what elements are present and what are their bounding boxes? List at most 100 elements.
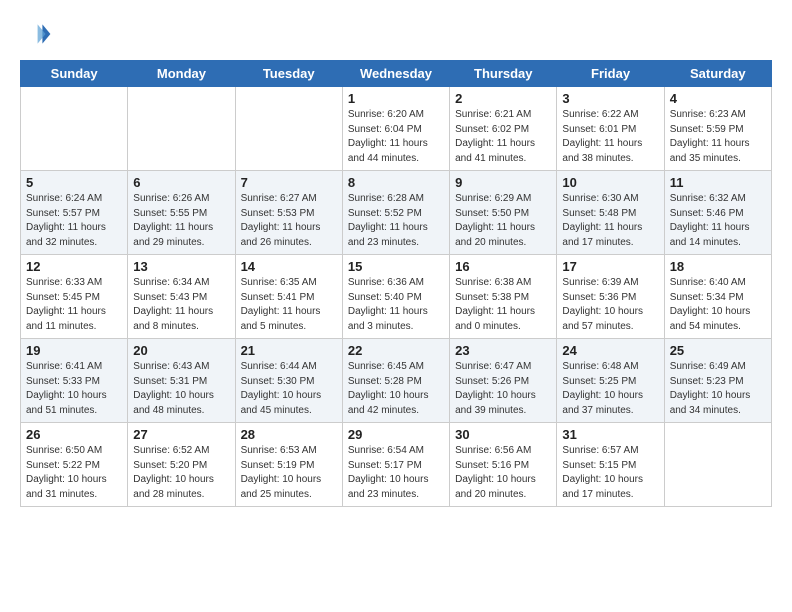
calendar-cell: 28 Sunrise: 6:53 AM Sunset: 5:19 PM Dayli… — [235, 423, 342, 507]
cell-info: Sunrise: 6:44 AM Sunset: 5:30 PM Dayligh… — [241, 360, 337, 418]
calendar-cell: 15 Sunrise: 6:36 AM Sunset: 5:40 PM Dayli… — [342, 255, 449, 339]
cell-info: Sunrise: 6:22 AM Sunset: 6:01 PM Dayligh… — [562, 108, 658, 166]
calendar-cell: 12 Sunrise: 6:33 AM Sunset: 5:45 PM Dayli… — [21, 255, 128, 339]
day-number: 9 — [455, 175, 551, 190]
calendar-cell: 30 Sunrise: 6:56 AM Sunset: 5:16 PM Dayli… — [450, 423, 557, 507]
calendar-cell: 26 Sunrise: 6:50 AM Sunset: 5:22 PM Dayli… — [21, 423, 128, 507]
cell-info: Sunrise: 6:32 AM Sunset: 5:46 PM Dayligh… — [670, 192, 766, 250]
day-number: 14 — [241, 259, 337, 274]
logo — [20, 18, 56, 50]
cell-info: Sunrise: 6:29 AM Sunset: 5:50 PM Dayligh… — [455, 192, 551, 250]
calendar-cell: 8 Sunrise: 6:28 AM Sunset: 5:52 PM Daylig… — [342, 171, 449, 255]
day-number: 15 — [348, 259, 444, 274]
cell-info: Sunrise: 6:20 AM Sunset: 6:04 PM Dayligh… — [348, 108, 444, 166]
day-number: 8 — [348, 175, 444, 190]
day-number: 16 — [455, 259, 551, 274]
header — [20, 18, 772, 50]
cell-info: Sunrise: 6:53 AM Sunset: 5:19 PM Dayligh… — [241, 444, 337, 502]
calendar-cell: 21 Sunrise: 6:44 AM Sunset: 5:30 PM Dayli… — [235, 339, 342, 423]
calendar-cell: 3Sunrise: 6:22 AM Sunset: 6:01 PM Daylig… — [557, 87, 664, 171]
cell-info: Sunrise: 6:21 AM Sunset: 6:02 PM Dayligh… — [455, 108, 551, 166]
cell-info: Sunrise: 6:49 AM Sunset: 5:23 PM Dayligh… — [670, 360, 766, 418]
cell-info: Sunrise: 6:36 AM Sunset: 5:40 PM Dayligh… — [348, 276, 444, 334]
week-row-1: 5Sunrise: 6:24 AM Sunset: 5:57 PM Daylig… — [21, 171, 772, 255]
calendar-cell: 24 Sunrise: 6:48 AM Sunset: 5:25 PM Dayli… — [557, 339, 664, 423]
cell-info: Sunrise: 6:40 AM Sunset: 5:34 PM Dayligh… — [670, 276, 766, 334]
cell-info: Sunrise: 6:41 AM Sunset: 5:33 PM Dayligh… — [26, 360, 122, 418]
calendar-cell: 1 Sunrise: 6:20 AM Sunset: 6:04 PM Daylig… — [342, 87, 449, 171]
day-number: 20 — [133, 343, 229, 358]
calendar-cell: 4Sunrise: 6:23 AM Sunset: 5:59 PM Daylig… — [664, 87, 771, 171]
calendar-cell: 20 Sunrise: 6:43 AM Sunset: 5:31 PM Dayli… — [128, 339, 235, 423]
col-header-tuesday: Tuesday — [235, 61, 342, 87]
day-number: 7 — [241, 175, 337, 190]
cell-info: Sunrise: 6:48 AM Sunset: 5:25 PM Dayligh… — [562, 360, 658, 418]
day-number: 12 — [26, 259, 122, 274]
calendar-cell: 23 Sunrise: 6:47 AM Sunset: 5:26 PM Dayli… — [450, 339, 557, 423]
col-header-saturday: Saturday — [664, 61, 771, 87]
day-number: 17 — [562, 259, 658, 274]
day-number: 1 — [348, 91, 444, 106]
week-row-3: 19Sunrise: 6:41 AM Sunset: 5:33 PM Dayli… — [21, 339, 772, 423]
calendar-cell: 14 Sunrise: 6:35 AM Sunset: 5:41 PM Dayli… — [235, 255, 342, 339]
day-number: 28 — [241, 427, 337, 442]
day-number: 5 — [26, 175, 122, 190]
calendar-cell: 7 Sunrise: 6:27 AM Sunset: 5:53 PM Daylig… — [235, 171, 342, 255]
calendar-header-row: SundayMondayTuesdayWednesdayThursdayFrid… — [21, 61, 772, 87]
calendar-cell: 9 Sunrise: 6:29 AM Sunset: 5:50 PM Daylig… — [450, 171, 557, 255]
day-number: 30 — [455, 427, 551, 442]
cell-info: Sunrise: 6:47 AM Sunset: 5:26 PM Dayligh… — [455, 360, 551, 418]
calendar-cell: 31 Sunrise: 6:57 AM Sunset: 5:15 PM Dayli… — [557, 423, 664, 507]
day-number: 6 — [133, 175, 229, 190]
calendar-cell: 16 Sunrise: 6:38 AM Sunset: 5:38 PM Dayli… — [450, 255, 557, 339]
calendar-cell: 22 Sunrise: 6:45 AM Sunset: 5:28 PM Dayli… — [342, 339, 449, 423]
cell-info: Sunrise: 6:54 AM Sunset: 5:17 PM Dayligh… — [348, 444, 444, 502]
cell-info: Sunrise: 6:43 AM Sunset: 5:31 PM Dayligh… — [133, 360, 229, 418]
week-row-2: 12 Sunrise: 6:33 AM Sunset: 5:45 PM Dayli… — [21, 255, 772, 339]
page: SundayMondayTuesdayWednesdayThursdayFrid… — [0, 0, 792, 612]
day-number: 13 — [133, 259, 229, 274]
cell-info: Sunrise: 6:57 AM Sunset: 5:15 PM Dayligh… — [562, 444, 658, 502]
day-number: 22 — [348, 343, 444, 358]
cell-info: Sunrise: 6:35 AM Sunset: 5:41 PM Dayligh… — [241, 276, 337, 334]
week-row-0: 1 Sunrise: 6:20 AM Sunset: 6:04 PM Daylig… — [21, 87, 772, 171]
calendar-cell: 17 Sunrise: 6:39 AM Sunset: 5:36 PM Dayli… — [557, 255, 664, 339]
col-header-friday: Friday — [557, 61, 664, 87]
col-header-monday: Monday — [128, 61, 235, 87]
cell-info: Sunrise: 6:50 AM Sunset: 5:22 PM Dayligh… — [26, 444, 122, 502]
day-number: 18 — [670, 259, 766, 274]
calendar-cell — [664, 423, 771, 507]
day-number: 27 — [133, 427, 229, 442]
cell-info: Sunrise: 6:38 AM Sunset: 5:38 PM Dayligh… — [455, 276, 551, 334]
day-number: 31 — [562, 427, 658, 442]
calendar: SundayMondayTuesdayWednesdayThursdayFrid… — [20, 60, 772, 507]
day-number: 24 — [562, 343, 658, 358]
col-header-sunday: Sunday — [21, 61, 128, 87]
calendar-cell: 27 Sunrise: 6:52 AM Sunset: 5:20 PM Dayli… — [128, 423, 235, 507]
calendar-cell — [21, 87, 128, 171]
day-number: 10 — [562, 175, 658, 190]
cell-info: Sunrise: 6:28 AM Sunset: 5:52 PM Dayligh… — [348, 192, 444, 250]
day-number: 23 — [455, 343, 551, 358]
calendar-cell — [235, 87, 342, 171]
cell-info: Sunrise: 6:26 AM Sunset: 5:55 PM Dayligh… — [133, 192, 229, 250]
cell-info: Sunrise: 6:27 AM Sunset: 5:53 PM Dayligh… — [241, 192, 337, 250]
cell-info: Sunrise: 6:33 AM Sunset: 5:45 PM Dayligh… — [26, 276, 122, 334]
cell-info: Sunrise: 6:23 AM Sunset: 5:59 PM Dayligh… — [670, 108, 766, 166]
calendar-cell: 19Sunrise: 6:41 AM Sunset: 5:33 PM Dayli… — [21, 339, 128, 423]
day-number: 26 — [26, 427, 122, 442]
cell-info: Sunrise: 6:56 AM Sunset: 5:16 PM Dayligh… — [455, 444, 551, 502]
cell-info: Sunrise: 6:52 AM Sunset: 5:20 PM Dayligh… — [133, 444, 229, 502]
day-number: 2 — [455, 91, 551, 106]
cell-info: Sunrise: 6:39 AM Sunset: 5:36 PM Dayligh… — [562, 276, 658, 334]
col-header-wednesday: Wednesday — [342, 61, 449, 87]
cell-info: Sunrise: 6:30 AM Sunset: 5:48 PM Dayligh… — [562, 192, 658, 250]
week-row-4: 26 Sunrise: 6:50 AM Sunset: 5:22 PM Dayli… — [21, 423, 772, 507]
day-number: 21 — [241, 343, 337, 358]
calendar-cell: 6 Sunrise: 6:26 AM Sunset: 5:55 PM Daylig… — [128, 171, 235, 255]
calendar-cell: 5Sunrise: 6:24 AM Sunset: 5:57 PM Daylig… — [21, 171, 128, 255]
cell-info: Sunrise: 6:45 AM Sunset: 5:28 PM Dayligh… — [348, 360, 444, 418]
col-header-thursday: Thursday — [450, 61, 557, 87]
logo-icon — [20, 18, 52, 50]
calendar-cell: 11Sunrise: 6:32 AM Sunset: 5:46 PM Dayli… — [664, 171, 771, 255]
